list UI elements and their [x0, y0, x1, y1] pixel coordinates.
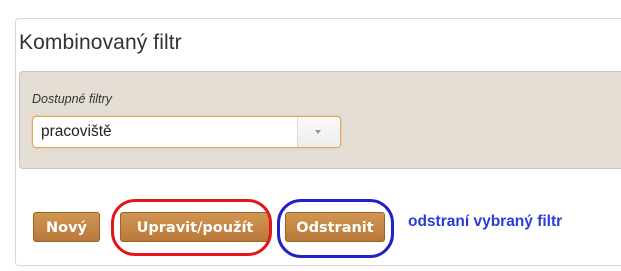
chevron-down-icon [315, 130, 321, 134]
select-toggle[interactable] [297, 117, 340, 147]
filter-select-value: pracoviště [41, 123, 112, 140]
highlight-ring-delete [277, 199, 394, 258]
filters-label: Dostupné filtry [32, 92, 112, 106]
filter-select[interactable]: pracoviště [32, 116, 341, 148]
panel-title: Kombinovaný filtr [19, 31, 182, 54]
filters-well: Dostupné filtry pracoviště [19, 71, 621, 169]
highlight-ring-edit [111, 199, 272, 256]
delete-annotation: odstraní vybraný filtr [408, 213, 563, 230]
new-filter-button[interactable]: Nový [33, 212, 100, 242]
